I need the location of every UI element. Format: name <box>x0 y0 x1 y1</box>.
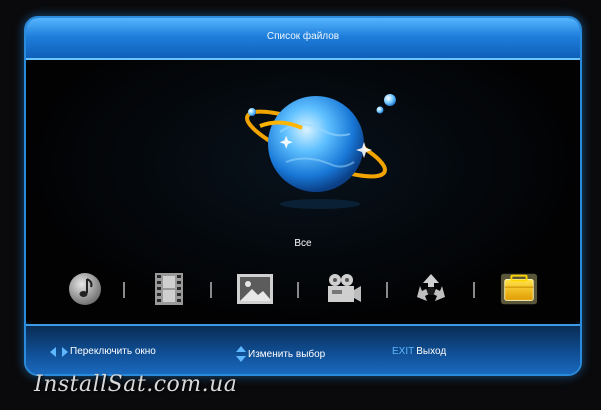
footer-bar: Переключить окно Изменить выбор EXIT Вых… <box>26 324 580 374</box>
separator <box>210 282 212 298</box>
category-recycle[interactable] <box>412 270 450 308</box>
exit-key-label: EXIT <box>392 346 415 357</box>
selected-category-label: Все <box>294 238 312 249</box>
image-icon <box>237 274 273 304</box>
exit-label: Выход <box>416 346 447 357</box>
left-right-arrows-icon <box>50 346 68 357</box>
folder-all-icon <box>500 273 538 305</box>
up-down-arrows-icon <box>236 346 246 362</box>
globe-icon <box>240 78 400 218</box>
category-bar <box>66 270 546 310</box>
hint-change-selection-label: Изменить выбор <box>248 348 326 360</box>
window-title: Список файлов <box>26 18 580 60</box>
category-movies[interactable] <box>150 270 188 308</box>
hint-switch-window[interactable]: Переключить окно <box>50 346 156 357</box>
content-area: Все <box>26 60 580 322</box>
separator <box>297 282 299 298</box>
film-icon <box>155 273 183 305</box>
watermark-logo: InstallSat.com.ua <box>34 372 238 397</box>
separator <box>473 282 475 298</box>
recycle-icon <box>417 274 445 301</box>
hint-change-selection[interactable]: Изменить выбор <box>236 346 325 362</box>
file-list-window: Список файлов Все Переключить окно Измен… <box>24 16 582 376</box>
video-camera-icon <box>328 274 361 302</box>
music-icon <box>69 273 101 305</box>
separator <box>386 282 388 298</box>
hint-exit[interactable]: EXIT Выход <box>392 346 446 357</box>
separator <box>123 282 125 298</box>
category-video[interactable] <box>324 270 362 308</box>
category-photos[interactable] <box>236 270 274 308</box>
category-music[interactable] <box>66 270 104 308</box>
category-all[interactable] <box>500 270 538 308</box>
hint-switch-window-label: Переключить окно <box>70 346 156 357</box>
